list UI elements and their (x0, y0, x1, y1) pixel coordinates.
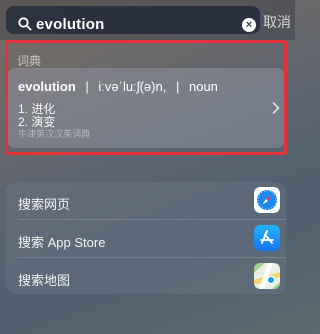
highlight-annotation-box (5, 40, 287, 155)
search-query-text[interactable]: evolution (36, 16, 104, 33)
result-label: 搜索网页 (18, 197, 71, 212)
safari-icon (254, 187, 280, 213)
search-icon (18, 17, 32, 31)
maps-icon (254, 263, 280, 289)
search-app-store-row[interactable]: 搜索 App Store (6, 220, 286, 257)
clear-search-button[interactable]: × (242, 18, 256, 32)
cancel-button[interactable]: 取消 (263, 12, 291, 32)
app-store-icon (254, 225, 280, 251)
search-input[interactable]: evolution × (6, 6, 260, 34)
search-bar: evolution × 取消 (0, 0, 295, 40)
result-label: 搜索 App Store (18, 235, 106, 250)
search-maps-row[interactable]: 搜索地图 (6, 258, 286, 295)
result-label: 搜索地图 (18, 273, 71, 288)
search-web-row[interactable]: 搜索网页 (6, 182, 286, 219)
search-options-list: 搜索网页 搜索 App Store 搜索地图 (6, 182, 286, 294)
